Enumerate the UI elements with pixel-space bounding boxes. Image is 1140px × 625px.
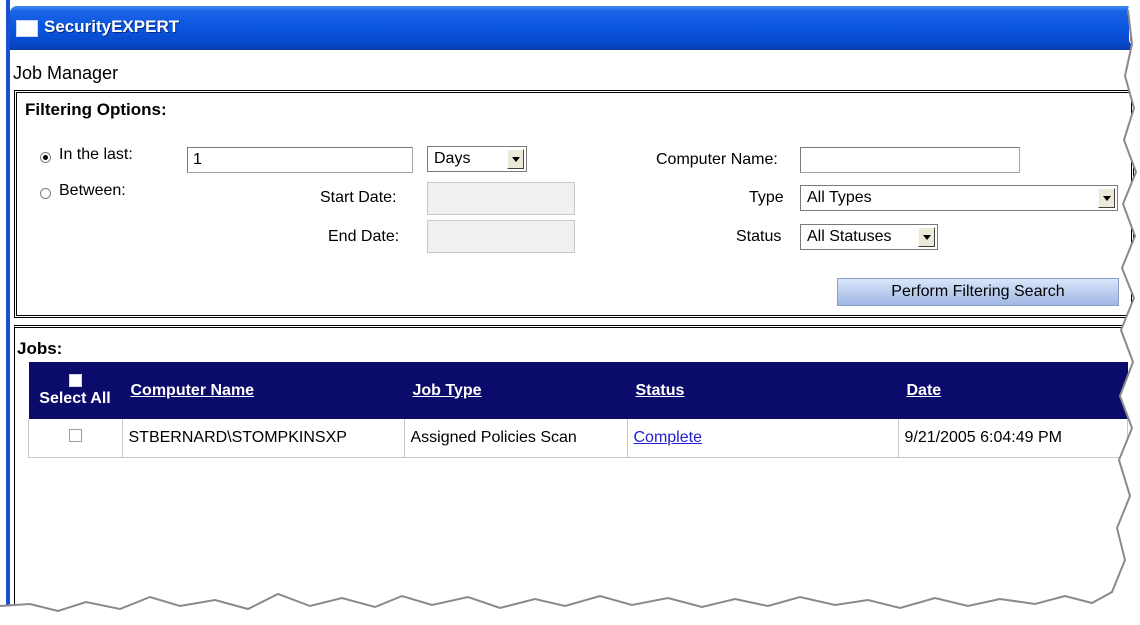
jobs-panel: Jobs: Select All Computer Name Job Type …	[14, 325, 1134, 615]
select-all-label: Select All	[39, 389, 111, 407]
computer-name-input[interactable]	[800, 147, 1020, 173]
title-bar[interactable]: SecurityEXPERT X	[10, 6, 1140, 50]
dropdown-arrow-icon[interactable]	[918, 227, 935, 247]
table-header-row: Select All Computer Name Job Type Status…	[28, 362, 1128, 419]
radio-in-the-last[interactable]	[40, 152, 51, 163]
table-row: STBERNARD\STOMPKINSXP Assigned Policies …	[28, 419, 1128, 458]
start-date-label: Start Date:	[320, 189, 397, 206]
computer-name-label: Computer Name:	[656, 151, 778, 168]
cell-computer-name: STBERNARD\STOMPKINSXP	[122, 419, 405, 458]
period-select-value: Days	[434, 150, 471, 167]
column-header-job-type-link[interactable]: Job Type	[413, 382, 482, 399]
type-select[interactable]: All Types	[800, 185, 1118, 211]
page-title: Job Manager	[13, 63, 119, 83]
column-header-status-link[interactable]: Status	[636, 382, 685, 399]
row-select-cell	[28, 419, 123, 458]
in-the-last-input[interactable]: 1	[187, 147, 413, 173]
period-select[interactable]: Days	[427, 146, 527, 172]
status-label: Status	[736, 228, 782, 245]
type-label: Type	[749, 189, 784, 206]
start-date-input[interactable]	[427, 182, 575, 215]
cell-status: Complete	[627, 419, 899, 458]
close-button[interactable]: X	[1129, 20, 1140, 44]
row-checkbox[interactable]	[68, 429, 82, 442]
select-all-checkbox[interactable]	[68, 373, 82, 387]
column-header-computer-name-link[interactable]: Computer Name	[131, 382, 255, 399]
dropdown-arrow-icon[interactable]	[1098, 188, 1115, 208]
status-select[interactable]: All Statuses	[800, 224, 938, 250]
status-link[interactable]: Complete	[634, 429, 702, 446]
status-select-value: All Statuses	[807, 228, 892, 245]
cell-date: 9/21/2005 6:04:49 PM	[898, 419, 1128, 458]
radio-in-the-last-label: In the last:	[59, 146, 133, 163]
app-window-icon	[16, 20, 38, 37]
filtering-options-panel: Filtering Options: In the last: 1 Days B…	[14, 90, 1134, 318]
window-content: Job Manager Filtering Options: In the la…	[10, 50, 1140, 615]
application-window: SecurityEXPERT X Job Manager Filtering O…	[6, 0, 1140, 615]
select-all-header: Select All	[28, 362, 123, 419]
close-icon: X	[1131, 23, 1140, 40]
column-header-status[interactable]: Status	[627, 362, 899, 419]
perform-filtering-search-button[interactable]: Perform Filtering Search	[837, 278, 1119, 306]
jobs-table: Select All Computer Name Job Type Status…	[28, 362, 1128, 458]
dropdown-arrow-icon[interactable]	[507, 149, 524, 169]
end-date-input[interactable]	[427, 220, 575, 253]
radio-between[interactable]	[40, 188, 51, 199]
jobs-title: Jobs:	[17, 339, 63, 358]
cell-job-type: Assigned Policies Scan	[404, 419, 628, 458]
end-date-label: End Date:	[328, 228, 400, 245]
radio-between-label: Between:	[59, 182, 126, 199]
column-header-date-link[interactable]: Date	[907, 382, 942, 399]
column-header-job-type[interactable]: Job Type	[404, 362, 628, 419]
type-select-value: All Types	[807, 189, 872, 206]
window-title: SecurityEXPERT	[44, 17, 180, 36]
column-header-date[interactable]: Date	[898, 362, 1128, 419]
column-header-computer-name[interactable]: Computer Name	[122, 362, 405, 419]
filtering-options-title: Filtering Options:	[25, 100, 167, 119]
